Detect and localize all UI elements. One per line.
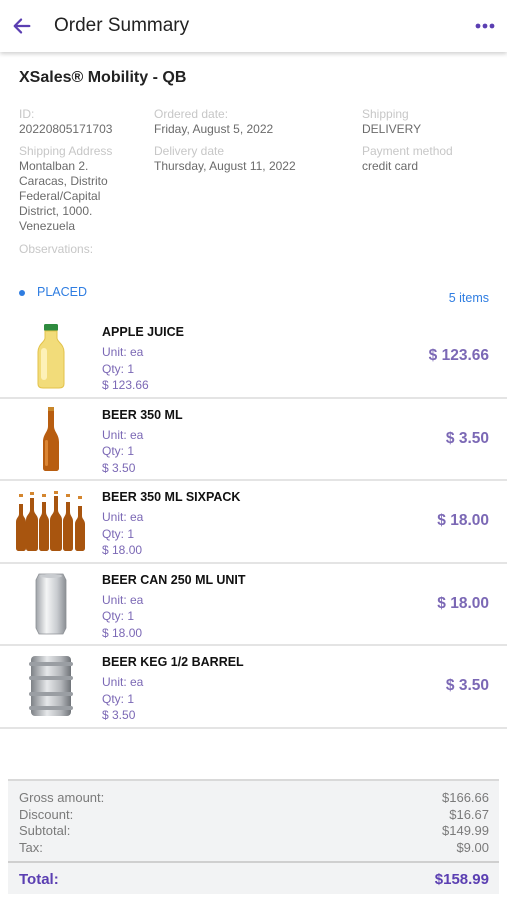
arrow-left-icon bbox=[13, 18, 31, 34]
order-id-field: ID: 20220805171703 bbox=[19, 107, 112, 137]
beer-can-icon bbox=[12, 568, 90, 640]
product-meta: Unit: ea Qty: 1 $ 3.50 bbox=[102, 427, 143, 477]
apple-juice-bottle-icon bbox=[12, 320, 90, 392]
discount-label: Discount: bbox=[19, 806, 74, 822]
product-price: $ 3.50 bbox=[445, 429, 489, 447]
product-name: BEER 350 ML SIXPACK bbox=[102, 490, 241, 504]
product-line-total: $ 123.66 bbox=[102, 378, 149, 392]
product-unit: Unit: ea bbox=[102, 427, 144, 442]
beer-bottle-icon bbox=[12, 403, 90, 475]
product-meta: Unit: ea Qty: 1 $ 123.66 bbox=[102, 344, 149, 394]
subtotal-row: Subtotal: $149.99 bbox=[19, 823, 489, 838]
observations-label: Observations: bbox=[19, 242, 94, 256]
product-line-total: $ 18.00 bbox=[102, 543, 143, 557]
product-price: $ 18.00 bbox=[437, 512, 489, 529]
list-item[interactable]: BEER CAN 250 ML UNIT Unit: ea Qty: 1 $ 1… bbox=[0, 564, 507, 646]
order-id-label: ID: bbox=[19, 107, 35, 121]
order-items-list: APPLE JUICE Unit: ea Qty: 1 $ 123.66 $ 1… bbox=[0, 316, 507, 729]
gross-amount-value: $166.66 bbox=[442, 790, 489, 805]
product-price: $ 123.66 bbox=[428, 347, 489, 364]
product-price: $ 18.00 bbox=[437, 594, 489, 612]
product-name: BEER KEG 1/2 BARREL bbox=[102, 655, 244, 669]
address-line: Venezuela bbox=[19, 219, 76, 233]
more-horizontal-icon bbox=[475, 23, 495, 29]
product-qty: Qty: 1 bbox=[102, 691, 135, 706]
list-item[interactable]: BEER 350 ML Unit: ea Qty: 1 $ 3.50 $ 3.5… bbox=[0, 399, 507, 481]
list-item[interactable]: APPLE JUICE Unit: ea Qty: 1 $ 123.66 $ 1… bbox=[0, 316, 507, 399]
status-label: PLACED bbox=[37, 285, 88, 299]
order-id-value: 20220805171703 bbox=[19, 122, 113, 136]
totals-panel: Gross amount: $166.66 Discount: $16.67 S… bbox=[8, 779, 499, 894]
gross-amount-row: Gross amount: $166.66 bbox=[19, 790, 489, 805]
beer-sixpack-icon bbox=[12, 485, 90, 557]
beer-keg-icon bbox=[12, 650, 90, 722]
product-meta: Unit: ea Qty: 1 $ 3.50 bbox=[102, 674, 143, 724]
product-qty: Qty: 1 bbox=[102, 361, 135, 376]
address-line: District, 1000. bbox=[19, 204, 93, 218]
address-line: Federal/Capital bbox=[19, 189, 101, 203]
ordered-date-label: Ordered date: bbox=[154, 107, 229, 121]
product-unit: Unit: ea bbox=[102, 592, 144, 607]
totals-divider bbox=[8, 861, 499, 863]
product-meta: Unit: ea Qty: 1 $ 18.00 bbox=[102, 509, 143, 559]
payment-method-field: Payment method credit card bbox=[362, 144, 453, 174]
tax-label: Tax: bbox=[19, 839, 43, 855]
product-name: APPLE JUICE bbox=[102, 325, 184, 339]
total-label: Total: bbox=[19, 871, 59, 888]
app-bar: Order Summary bbox=[0, 0, 507, 52]
product-meta: Unit: ea Qty: 1 $ 18.00 bbox=[102, 592, 143, 642]
payment-method-value: credit card bbox=[362, 159, 419, 173]
payment-method-label: Payment method bbox=[362, 144, 453, 158]
page-title: Order Summary bbox=[54, 15, 190, 36]
product-qty: Qty: 1 bbox=[102, 526, 135, 541]
list-item[interactable]: BEER 350 ML SIXPACK Unit: ea Qty: 1 $ 18… bbox=[0, 481, 507, 564]
delivery-date-value: Thursday, August 11, 2022 bbox=[154, 159, 296, 173]
product-unit: Unit: ea bbox=[102, 675, 144, 689]
product-unit: Unit: ea bbox=[102, 345, 144, 359]
ordered-date-field: Ordered date: Friday, August 5, 2022 bbox=[154, 107, 273, 137]
ordered-date-value: Friday, August 5, 2022 bbox=[154, 122, 274, 136]
shipping-address-field: Shipping Address Montalban 2. Caracas, D… bbox=[19, 144, 112, 234]
company-name: XSales® Mobility - QB bbox=[19, 69, 187, 86]
gross-amount-label: Gross amount: bbox=[19, 790, 105, 805]
delivery-date-label: Delivery date bbox=[154, 144, 225, 158]
total-row: Total: $158.99 bbox=[19, 871, 489, 888]
shipping-field: Shipping DELIVERY bbox=[362, 107, 421, 137]
shipping-value: DELIVERY bbox=[362, 122, 422, 136]
discount-row: Discount: $16.67 bbox=[19, 807, 489, 822]
product-line-total: $ 3.50 bbox=[102, 460, 136, 475]
back-button[interactable] bbox=[0, 0, 44, 52]
product-line-total: $ 3.50 bbox=[102, 708, 136, 722]
product-unit: Unit: ea bbox=[102, 510, 144, 524]
subtotal-label: Subtotal: bbox=[19, 823, 71, 838]
address-line: Caracas, Distrito bbox=[19, 174, 108, 188]
product-price: $ 3.50 bbox=[445, 677, 489, 694]
items-count: 5 items bbox=[448, 291, 489, 305]
product-line-total: $ 18.00 bbox=[102, 625, 143, 640]
list-item[interactable]: BEER KEG 1/2 BARREL Unit: ea Qty: 1 $ 3.… bbox=[0, 646, 507, 729]
product-name: BEER 350 ML bbox=[102, 407, 183, 422]
shipping-address-label: Shipping Address bbox=[19, 144, 113, 158]
status-dot-icon bbox=[19, 290, 25, 296]
product-name: BEER CAN 250 ML UNIT bbox=[102, 572, 246, 587]
address-line: Montalban 2. bbox=[19, 159, 89, 173]
delivery-date-field: Delivery date Thursday, August 11, 2022 bbox=[154, 144, 296, 174]
status-row: PLACED 5 items bbox=[19, 285, 489, 305]
tax-row: Tax: $9.00 bbox=[19, 840, 489, 855]
discount-value: $16.67 bbox=[449, 806, 489, 822]
more-options-button[interactable] bbox=[463, 0, 507, 52]
shipping-label: Shipping bbox=[362, 107, 409, 121]
product-qty: Qty: 1 bbox=[102, 609, 135, 623]
observations-field: Observations: bbox=[19, 242, 93, 257]
tax-value: $9.00 bbox=[456, 839, 489, 855]
product-qty: Qty: 1 bbox=[102, 444, 135, 458]
total-value: $158.99 bbox=[434, 871, 489, 888]
subtotal-value: $149.99 bbox=[442, 823, 489, 838]
